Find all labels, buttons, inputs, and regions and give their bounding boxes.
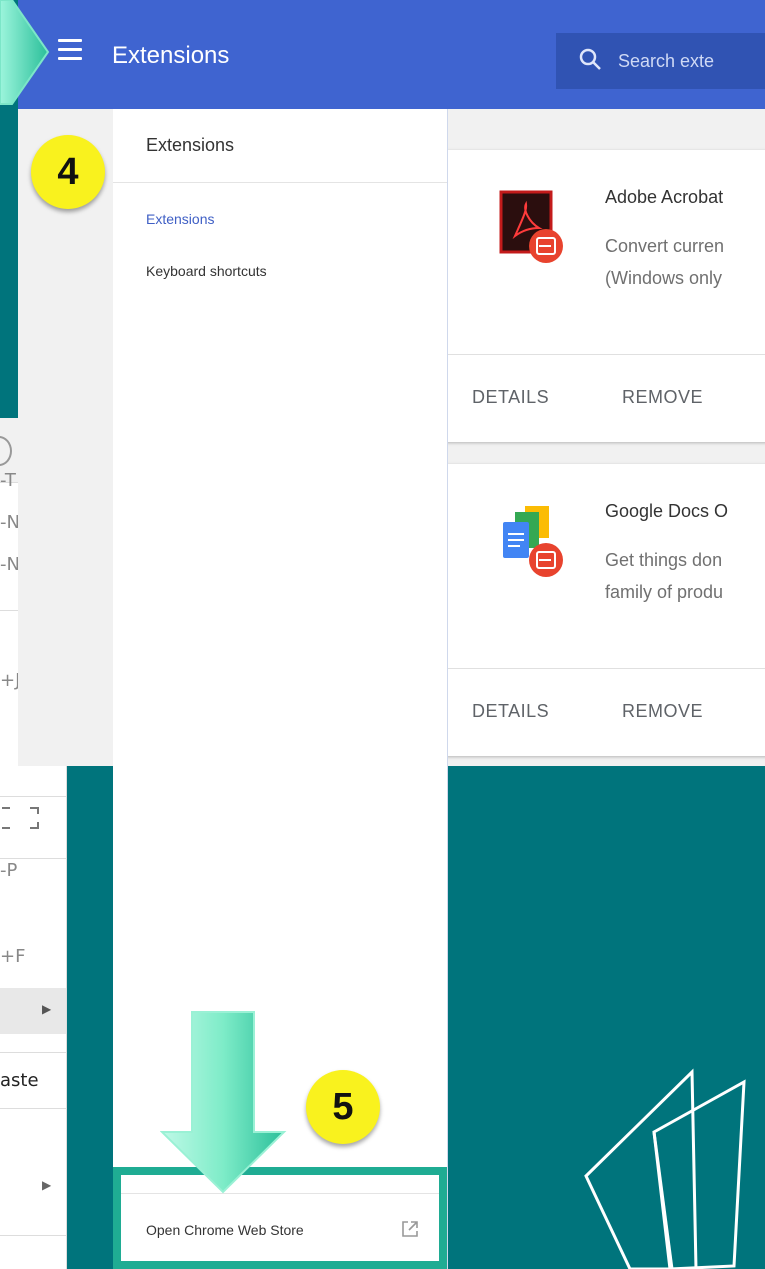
step-badge-4: 4: [31, 135, 105, 209]
menu-divider: [0, 858, 66, 859]
step-arrow-right-icon: [0, 0, 50, 105]
drawer-divider: [113, 182, 447, 183]
brand-logo-outline-icon: [584, 1068, 746, 1269]
menu-divider: [0, 1052, 66, 1053]
submenu-arrow-icon: ▶: [42, 1178, 52, 1192]
extension-description: Get things don family of produ: [605, 550, 724, 602]
card-divider: [446, 354, 765, 355]
search-input[interactable]: Search exte: [618, 33, 714, 89]
fullscreen-icon-svg: [2, 807, 39, 829]
profile-icon[interactable]: [0, 436, 12, 466]
extensions-header: Extensions Search exte: [18, 0, 765, 109]
menu-item-more-tools[interactable]: ▶: [0, 988, 66, 1034]
search-icon: [579, 48, 601, 70]
nav-item-keyboard-shortcuts[interactable]: Keyboard shortcuts: [146, 263, 267, 279]
remove-button[interactable]: REMOVE: [622, 387, 703, 408]
extension-name: Google Docs O: [605, 501, 729, 521]
page-title: Extensions: [112, 42, 230, 69]
extension-card-google-docs: Google Docs O Get things don family of pr…: [446, 464, 765, 756]
details-button[interactable]: DETAILS: [472, 387, 549, 408]
store-link-label: Open Chrome Web Store: [146, 1222, 304, 1238]
search-box[interactable]: Search exte: [556, 33, 765, 89]
menu-divider: [0, 1235, 66, 1236]
open-in-new-icon: [402, 1221, 418, 1237]
drawer-title: Extensions: [146, 135, 235, 155]
step-badge-5: 5: [306, 1070, 380, 1144]
menu-divider: [0, 796, 66, 797]
fullscreen-icon[interactable]: [0, 804, 66, 837]
extension-description: Convert curren (Windows only: [605, 236, 725, 288]
card-divider: [446, 668, 765, 669]
google-docs-offline-icon: [503, 506, 563, 577]
extension-name: Adobe Acrobat: [605, 187, 724, 207]
submenu-arrow-icon: ▶: [42, 1002, 52, 1016]
adobe-acrobat-icon: [499, 190, 563, 263]
extension-card-adobe: Adobe Acrobat Convert curren (Windows onl…: [446, 150, 765, 442]
menu-divider: [0, 1108, 66, 1109]
remove-button[interactable]: REMOVE: [622, 701, 703, 722]
details-button[interactable]: DETAILS: [472, 701, 549, 722]
nav-item-extensions[interactable]: Extensions: [146, 211, 214, 227]
step-arrow-down-icon: [160, 1011, 287, 1194]
